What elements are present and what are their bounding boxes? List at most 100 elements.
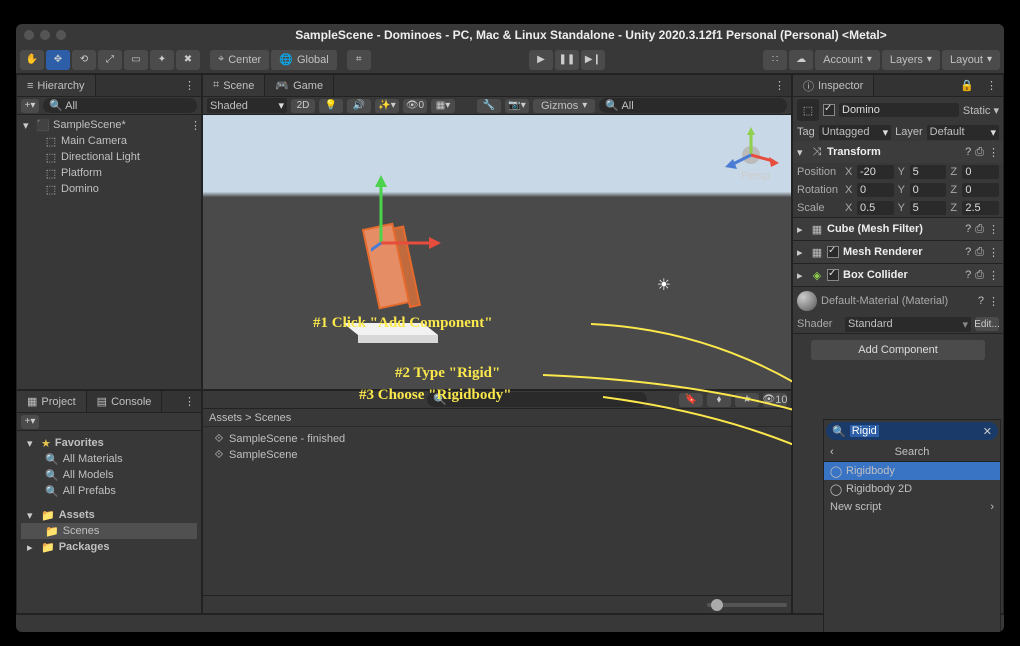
renderer-enabled-checkbox[interactable] bbox=[827, 246, 839, 258]
static-dropdown[interactable]: Static ▾ bbox=[963, 104, 999, 117]
transform-tool-button[interactable]: ✦ bbox=[150, 50, 174, 70]
rot-y-input[interactable]: 0 bbox=[910, 183, 947, 197]
game-tab[interactable]: 🎮Game bbox=[265, 75, 334, 96]
scene-tab[interactable]: ⌗Scene bbox=[203, 75, 265, 96]
scl-y-input[interactable]: 5 bbox=[910, 201, 947, 215]
assets-child[interactable]: 📁Scenes bbox=[21, 523, 197, 539]
grid-toggle[interactable]: ▦▾ bbox=[431, 99, 455, 113]
rotate-tool-button[interactable]: ⟲ bbox=[72, 50, 96, 70]
layer-dropdown[interactable]: Default▾ bbox=[927, 125, 999, 140]
zoom-window-icon[interactable] bbox=[56, 30, 66, 40]
minimize-window-icon[interactable] bbox=[40, 30, 50, 40]
scene-search[interactable]: 🔍 All bbox=[599, 98, 787, 113]
lighting-toggle[interactable]: 💡 bbox=[319, 99, 343, 113]
pos-x-input[interactable]: -20 bbox=[857, 165, 894, 179]
clear-search-icon[interactable]: ✕ bbox=[983, 425, 992, 438]
favorite-item[interactable]: 🔍All Materials bbox=[21, 451, 197, 467]
shading-dropdown[interactable]: Shaded▾ bbox=[207, 98, 287, 113]
asset-file[interactable]: ⟐SampleScene bbox=[207, 447, 787, 463]
inspector-tab[interactable]: ⓘInspector bbox=[793, 75, 874, 96]
box-collider-component[interactable]: ▸◈Box Collider?⎙⋮ bbox=[793, 264, 1003, 286]
gameobject-name-input[interactable]: Domino bbox=[839, 103, 959, 117]
create-dropdown[interactable]: +▾ bbox=[21, 99, 39, 113]
add-component-button[interactable]: Add Component bbox=[811, 340, 985, 360]
project-breadcrumb[interactable]: Assets > Scenes bbox=[203, 409, 791, 427]
popup-item-rigidbody2d[interactable]: ◯Rigidbody 2D bbox=[824, 480, 1000, 498]
scale-tool-button[interactable]: ⤢ bbox=[98, 50, 122, 70]
create-dropdown[interactable]: +▾ bbox=[21, 415, 39, 429]
asset-file[interactable]: ⟐SampleScene - finished bbox=[207, 431, 787, 447]
hierarchy-item[interactable]: ⬚Main Camera bbox=[17, 133, 201, 149]
pos-y-input[interactable]: 5 bbox=[910, 165, 947, 179]
tools-toggle[interactable]: 🔧 bbox=[477, 99, 501, 113]
close-window-icon[interactable] bbox=[24, 30, 34, 40]
snap-button[interactable]: ⌗ bbox=[347, 50, 371, 70]
active-checkbox[interactable] bbox=[823, 104, 835, 116]
save-filter-icon[interactable]: ★ bbox=[735, 393, 759, 407]
rot-x-input[interactable]: 0 bbox=[857, 183, 894, 197]
rect-tool-button[interactable]: ▭ bbox=[124, 50, 148, 70]
mesh-renderer-component[interactable]: ▸▦Mesh Renderer?⎙⋮ bbox=[793, 241, 1003, 263]
shader-dropdown[interactable]: Standard▾ bbox=[845, 317, 971, 332]
tag-dropdown[interactable]: Untagged▾ bbox=[819, 125, 891, 140]
thumbnail-size-slider[interactable] bbox=[707, 603, 787, 607]
packages-folder[interactable]: ▸📁Packages bbox=[21, 539, 197, 555]
camera-toggle[interactable]: 📷▾ bbox=[505, 99, 529, 113]
collab-button[interactable]: ∷ bbox=[763, 50, 787, 70]
hierarchy-tab[interactable]: ≡Hierarchy bbox=[17, 75, 96, 96]
play-button[interactable]: ▶ bbox=[529, 50, 553, 70]
layers-dropdown[interactable]: Layers ▾ bbox=[882, 50, 940, 70]
tab-menu-icon[interactable]: ⋮ bbox=[980, 79, 1003, 92]
favorites-folder[interactable]: ▾★Favorites bbox=[21, 435, 197, 451]
preset-icon[interactable]: ⎙ bbox=[975, 146, 984, 159]
component-menu-icon[interactable]: ⋮ bbox=[988, 295, 999, 308]
filter-label-icon[interactable]: ⬧ bbox=[707, 393, 731, 407]
scene-row[interactable]: ▾⬛SampleScene*⋮ bbox=[17, 117, 201, 133]
hidden-toggle[interactable]: 👁0 bbox=[403, 99, 427, 113]
scl-x-input[interactable]: 0.5 bbox=[857, 201, 894, 215]
layout-dropdown[interactable]: Layout ▾ bbox=[942, 50, 1000, 70]
pos-z-input[interactable]: 0 bbox=[962, 165, 999, 179]
pause-button[interactable]: ❚❚ bbox=[555, 50, 579, 70]
help-icon[interactable]: ? bbox=[965, 146, 971, 158]
mesh-filter-component[interactable]: ▸▦Cube (Mesh Filter)?⎙⋮ bbox=[793, 218, 1003, 240]
hierarchy-item[interactable]: ⬚Directional Light bbox=[17, 149, 201, 165]
popup-item-newscript[interactable]: New script› bbox=[824, 498, 1000, 516]
pivot-mode-button[interactable]: ⌖Center bbox=[210, 50, 269, 70]
2d-toggle[interactable]: 2D bbox=[291, 99, 315, 113]
scene-viewport[interactable]: Persp ☀ #1 Click "Add Component" #2 Type… bbox=[203, 115, 791, 389]
hierarchy-item[interactable]: ⬚Domino bbox=[17, 181, 201, 197]
component-search-input[interactable]: 🔍 Rigid ✕ bbox=[826, 422, 998, 440]
lock-icon[interactable]: 🔒 bbox=[954, 79, 980, 92]
scene-menu-icon[interactable]: ⋮ bbox=[190, 119, 201, 132]
scl-z-input[interactable]: 2.5 bbox=[962, 201, 999, 215]
favorite-item[interactable]: 🔍All Prefabs bbox=[21, 483, 197, 499]
component-menu-icon[interactable]: ⋮ bbox=[988, 146, 999, 159]
rot-z-input[interactable]: 0 bbox=[962, 183, 999, 197]
back-icon[interactable]: ‹ bbox=[830, 446, 834, 458]
hidden-packages-icon[interactable]: 👁10 bbox=[763, 393, 787, 407]
audio-toggle[interactable]: 🔊 bbox=[347, 99, 371, 113]
shader-edit-button[interactable]: Edit... bbox=[975, 317, 999, 331]
pivot-space-button[interactable]: 🌐Global bbox=[271, 50, 337, 70]
popup-item-rigidbody[interactable]: ◯Rigidbody bbox=[824, 462, 1000, 480]
console-tab[interactable]: ▤Console bbox=[87, 391, 163, 412]
foldout-icon[interactable]: ▾ bbox=[797, 146, 807, 159]
tab-menu-icon[interactable]: ⋮ bbox=[178, 79, 201, 92]
project-tab[interactable]: ▦Project bbox=[17, 391, 87, 412]
account-dropdown[interactable]: Account ▾ bbox=[815, 50, 880, 70]
tab-menu-icon[interactable]: ⋮ bbox=[178, 395, 201, 408]
cloud-button[interactable]: ☁ bbox=[789, 50, 813, 70]
filter-type-icon[interactable]: 🔖 bbox=[679, 393, 703, 407]
gizmos-dropdown[interactable]: Gizmos ▾ bbox=[533, 99, 595, 113]
hierarchy-item[interactable]: ⬚Platform bbox=[17, 165, 201, 181]
hand-tool-button[interactable]: ✋ bbox=[20, 50, 44, 70]
orientation-gizmo[interactable]: Persp bbox=[723, 127, 779, 183]
collider-enabled-checkbox[interactable] bbox=[827, 269, 839, 281]
hierarchy-search[interactable]: 🔍 All bbox=[43, 98, 197, 113]
custom-tool-button[interactable]: ✖ bbox=[176, 50, 200, 70]
help-icon[interactable]: ? bbox=[978, 295, 984, 307]
move-gizmo[interactable] bbox=[371, 173, 451, 253]
tab-menu-icon[interactable]: ⋮ bbox=[768, 79, 791, 92]
assets-folder[interactable]: ▾📁Assets bbox=[21, 507, 197, 523]
